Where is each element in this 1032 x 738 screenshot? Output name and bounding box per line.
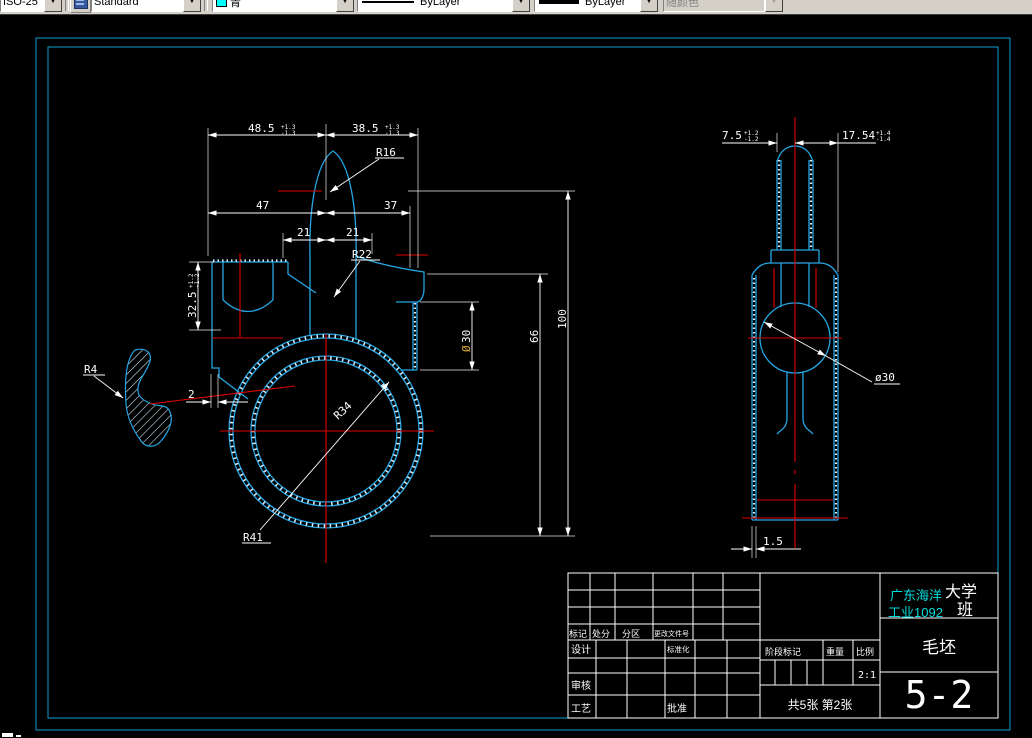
dim-17-54: 17.54 xyxy=(842,129,875,142)
lineweight-value: ByLayer xyxy=(585,0,626,8)
drawing-canvas[interactable]: 48.5 +1.3 -1.3 38.5 +1.3 -1.3 47 37 21 2… xyxy=(0,0,1032,738)
linetype-combo[interactable]: ByLayer ▼ xyxy=(357,0,530,12)
chevron-down-icon[interactable]: ▼ xyxy=(336,0,354,12)
drawing-number: 5-2 xyxy=(905,673,974,717)
school-line2-cyan: 工业1092 xyxy=(888,605,943,620)
dim-dia30-side: ø30 xyxy=(875,371,895,384)
radius-r41: R41 xyxy=(243,531,263,544)
dim-dia30-symbol: Ø xyxy=(460,345,473,352)
lineweight-field[interactable]: ByLayer xyxy=(534,0,640,12)
dim-2: 2 xyxy=(188,388,195,401)
label-mark: 标记 xyxy=(569,628,587,639)
toolbar-separator xyxy=(204,0,208,11)
text-style-icon xyxy=(73,0,88,9)
linetype-field[interactable]: ByLayer xyxy=(357,0,512,12)
radius-r4: R4 xyxy=(84,363,98,376)
dim-7-5: 7.5 xyxy=(722,129,742,142)
dim-100: 100 xyxy=(556,309,569,329)
dim-21-right: 21 xyxy=(346,226,359,239)
label-process: 工艺 xyxy=(571,703,591,715)
detail-view-section xyxy=(124,348,172,447)
dim-66: 66 xyxy=(528,330,541,343)
plot-style-value: 随颜色 xyxy=(663,0,765,12)
dim-38-5-tol-dn: -1.3 xyxy=(385,130,400,137)
text-style-value[interactable]: Standard xyxy=(91,0,183,12)
color-combo[interactable]: 青 ▼ xyxy=(212,0,354,12)
chevron-down-icon[interactable]: ▼ xyxy=(640,0,658,12)
title-block: 标记 处分 分区 更改文件号 设计 标准化 审核 工艺 批准 阶段标记 重量 比… xyxy=(567,572,999,719)
label-stage-mark: 阶段标记 xyxy=(765,646,801,657)
dim-style-combo[interactable]: ISO-25 ▼ xyxy=(0,0,62,12)
radius-r34: R34 xyxy=(331,399,355,422)
label-zone: 分区 xyxy=(622,629,640,639)
chevron-down-icon[interactable]: ▼ xyxy=(44,0,62,12)
ucs-icon xyxy=(2,733,21,737)
dim-style-value[interactable]: ISO-25 xyxy=(0,0,44,12)
dim-48-5-tol-dn: -1.3 xyxy=(281,130,296,137)
toolbar-separator xyxy=(65,0,69,11)
color-field[interactable]: 青 xyxy=(212,0,336,12)
title-block-texts: 标记 处分 分区 更改文件号 设计 标准化 审核 工艺 批准 阶段标记 重量 比… xyxy=(569,583,977,717)
dim-38-5: 38.5 xyxy=(352,122,379,135)
chevron-down-icon: ▼ xyxy=(765,0,783,12)
plot-style-combo: 随颜色 ▼ xyxy=(663,0,783,12)
dim-32-5: 32.5 xyxy=(186,292,199,319)
label-change-doc: 更改文件号 xyxy=(654,629,689,638)
dim-32-5-tol-dn: -1.2 xyxy=(194,273,201,288)
toolbar: ISO-25 ▼ Standard ▼ 青 ▼ ByLayer ▼ ByLaye… xyxy=(0,0,1032,15)
lineweight-sample xyxy=(539,0,579,4)
chevron-down-icon[interactable]: ▼ xyxy=(183,0,201,12)
school-line2-white: 班 xyxy=(957,601,973,619)
color-value: 青 xyxy=(230,0,241,9)
linetype-sample xyxy=(362,0,414,3)
color-swatch xyxy=(216,0,227,7)
label-standardize: 标准化 xyxy=(667,644,690,654)
label-weight: 重量 xyxy=(826,646,844,657)
school-line1-white: 大学 xyxy=(945,583,977,601)
label-approve: 批准 xyxy=(667,702,687,715)
dim-1-5: 1.5 xyxy=(763,535,783,548)
scale-value: 2:1 xyxy=(858,670,876,681)
dim-37: 37 xyxy=(384,199,397,212)
chevron-down-icon[interactable]: ▼ xyxy=(512,0,530,12)
lineweight-combo[interactable]: ByLayer ▼ xyxy=(534,0,658,12)
label-count: 处分 xyxy=(592,628,610,639)
toolbar-row: ISO-25 ▼ Standard ▼ 青 ▼ ByLayer ▼ ByLaye… xyxy=(0,0,1032,13)
label-scale: 比例 xyxy=(856,646,874,657)
front-view-hatch-ticks xyxy=(213,259,423,528)
autocad-window: ISO-25 ▼ Standard ▼ 青 ▼ ByLayer ▼ ByLaye… xyxy=(0,0,1032,738)
text-style-button[interactable] xyxy=(70,0,91,13)
part-name: 毛坯 xyxy=(922,638,956,657)
dimension-texts: 48.5 +1.3 -1.3 38.5 +1.3 -1.3 47 37 21 2… xyxy=(84,122,895,548)
radius-r16: R16 xyxy=(376,146,396,159)
label-check: 审核 xyxy=(571,679,591,692)
text-style-combo[interactable]: Standard ▼ xyxy=(91,0,201,12)
label-design: 设计 xyxy=(571,643,591,656)
dim-dia30-value: 30 xyxy=(460,330,473,343)
linetype-value: ByLayer xyxy=(420,0,461,8)
radius-r22: R22 xyxy=(352,248,372,261)
dim-17-54-tol-dn: -1.4 xyxy=(876,136,891,143)
dim-7-5-tol-dn: -1.2 xyxy=(744,136,759,143)
sheet-info: 共5张 第2张 xyxy=(788,698,853,712)
school-line1-cyan: 广东海洋 xyxy=(890,588,942,603)
dim-21-left: 21 xyxy=(297,226,310,239)
dim-47: 47 xyxy=(256,199,269,212)
dim-48-5: 48.5 xyxy=(248,122,275,135)
